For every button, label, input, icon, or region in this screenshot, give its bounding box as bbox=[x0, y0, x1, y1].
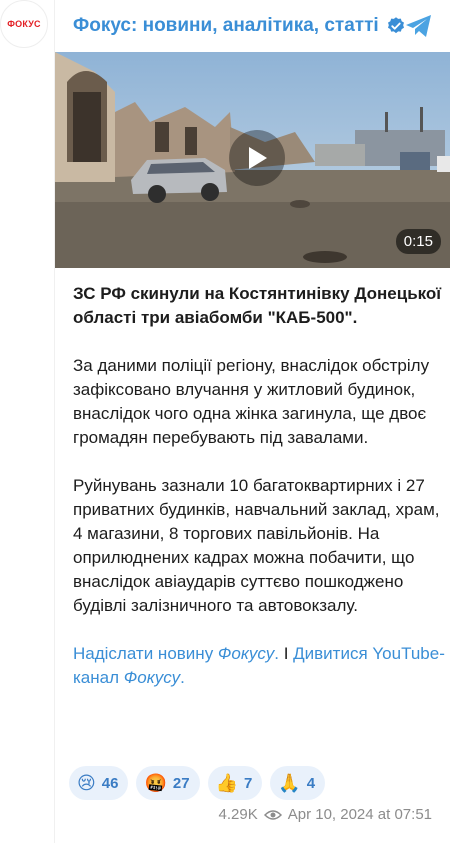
eye-icon bbox=[263, 809, 282, 820]
post-card: Фокус: новини, аналітика, статті 0:15 ЗС… bbox=[54, 0, 450, 843]
post-paragraph-1: За даними поліції регіону, внаслідок обс… bbox=[73, 356, 430, 447]
play-button[interactable] bbox=[229, 130, 285, 186]
telegram-icon[interactable] bbox=[404, 12, 434, 40]
reaction-pray[interactable]: 🙏 4 bbox=[270, 766, 326, 800]
view-count: 4.29K bbox=[218, 806, 258, 823]
post-headline: ЗС РФ скинули на Костянтинівку Донецької… bbox=[73, 284, 442, 327]
reactions-bar: 😢 46 🤬 27 👍 7 🙏 4 bbox=[69, 766, 326, 800]
reaction-count: 46 bbox=[101, 774, 119, 792]
praying-hands-icon: 🙏 bbox=[278, 772, 301, 794]
youtube-link-dot: . bbox=[180, 668, 185, 687]
reaction-crying[interactable]: 😢 46 bbox=[69, 766, 129, 800]
post-text: ЗС РФ скинули на Костянтинівку Донецької… bbox=[73, 282, 445, 690]
crying-face-icon: 😢 bbox=[77, 772, 96, 794]
submit-news-link-brand: Фокусу bbox=[217, 644, 275, 663]
link-separator: І bbox=[278, 644, 294, 663]
reaction-count: 4 bbox=[306, 774, 316, 792]
post-header: Фокус: новини, аналітика, статті bbox=[55, 0, 450, 52]
video-duration: 0:15 bbox=[395, 229, 441, 254]
youtube-link-brand: Фокусу bbox=[123, 668, 181, 687]
post-date: Apr 10, 2024 at 07:51 bbox=[287, 806, 432, 823]
reaction-angry[interactable]: 🤬 27 bbox=[136, 766, 200, 800]
submit-news-link-text: Надіслати новину bbox=[73, 644, 218, 663]
post-paragraph-2: Руйнувань зазнали 10 багатоквартирних і … bbox=[73, 476, 440, 615]
reaction-thumbs-up[interactable]: 👍 7 bbox=[207, 766, 263, 800]
post-meta: 4.29K Apr 10, 2024 at 07:51 bbox=[219, 806, 432, 823]
angry-face-icon: 🤬 bbox=[144, 772, 167, 794]
play-icon bbox=[249, 147, 267, 169]
reaction-count: 7 bbox=[243, 774, 253, 792]
channel-title[interactable]: Фокус: новини, аналітика, статті bbox=[73, 15, 379, 37]
submit-news-link[interactable]: Надіслати новину Фокусу. bbox=[73, 644, 279, 663]
channel-avatar[interactable]: ФОКУС bbox=[0, 0, 48, 48]
avatar-logo-text: ФОКУС bbox=[7, 19, 41, 29]
verified-icon bbox=[387, 17, 404, 34]
reaction-count: 27 bbox=[172, 774, 190, 792]
post-links: Надіслати новину Фокусу. І Дивитися YouT… bbox=[73, 642, 445, 690]
video-thumbnail[interactable]: 0:15 bbox=[55, 52, 450, 268]
thumbs-up-icon: 👍 bbox=[215, 772, 238, 794]
